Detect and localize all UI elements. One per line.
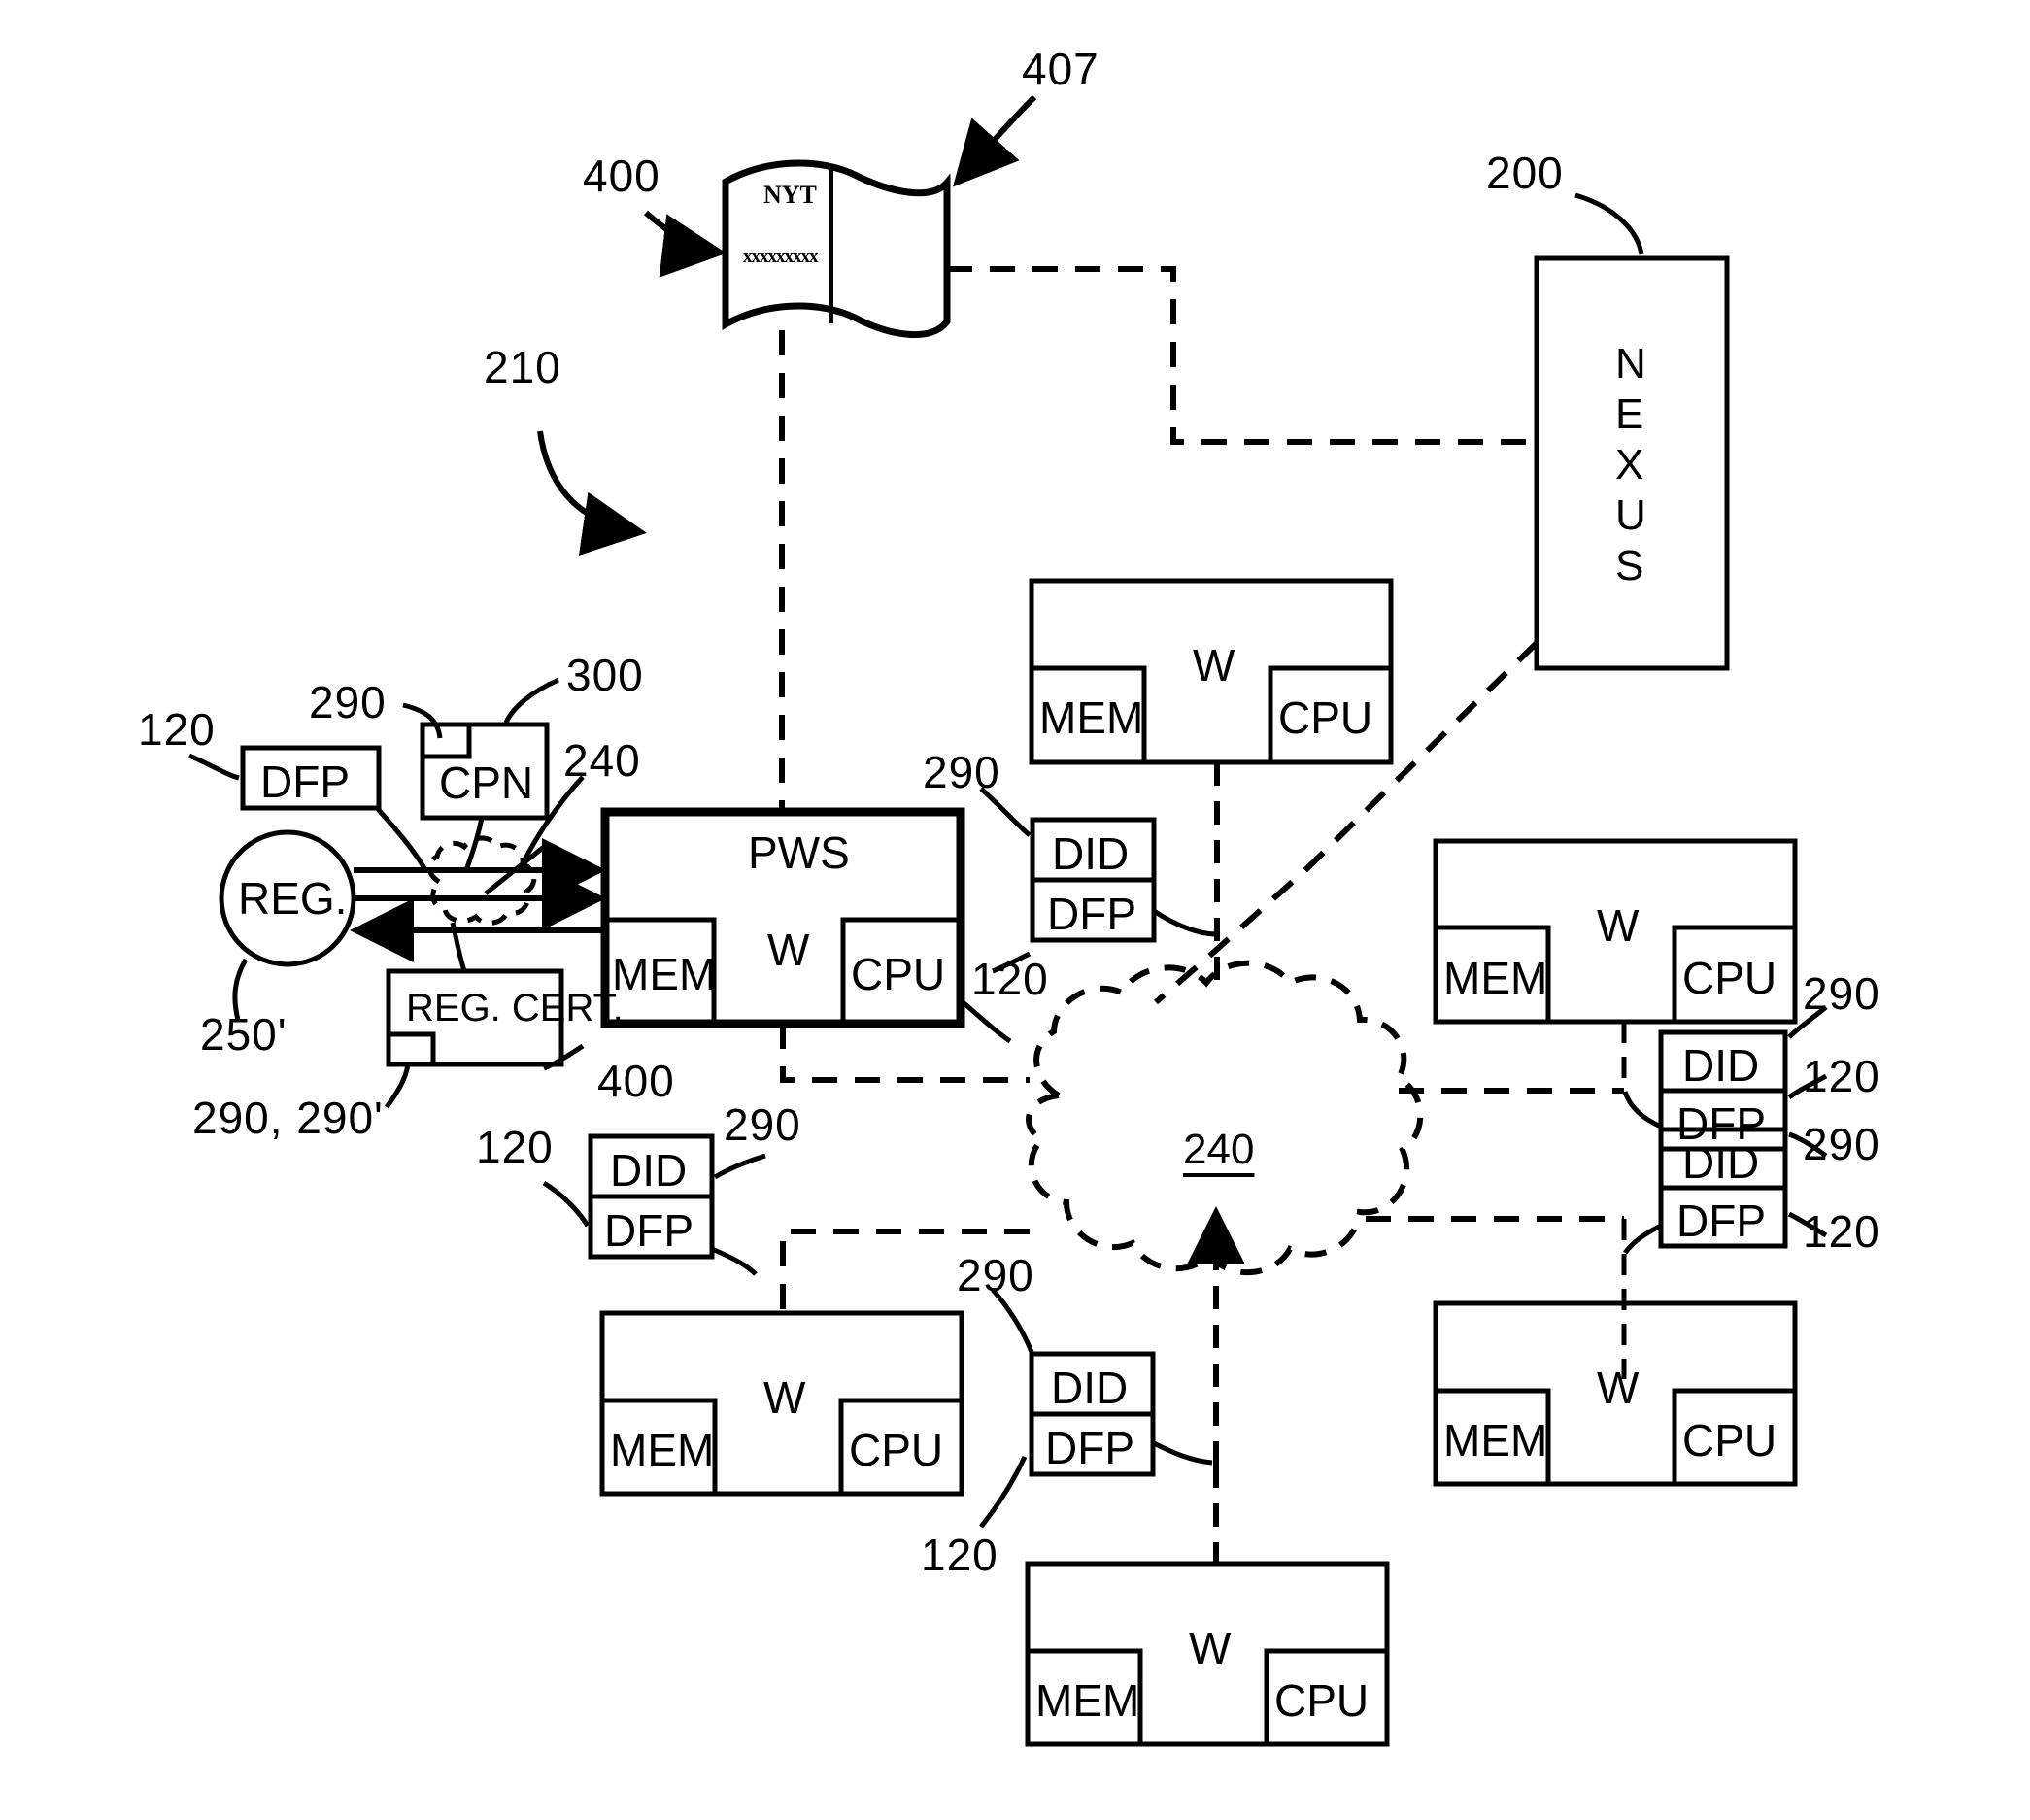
leader-bl-curve — [711, 1246, 758, 1276]
unit-bc-dfp-label: DFP — [1045, 1423, 1134, 1473]
cpn-label: CPN — [439, 758, 534, 808]
unit-top-dfp-label: DFP — [1047, 889, 1136, 939]
ref-400-top: 400 — [583, 151, 660, 201]
pws-title: PWS — [748, 827, 850, 878]
leader-120-bc — [979, 1455, 1028, 1529]
ref-300: 300 — [566, 650, 644, 700]
ws-bl-mem: MEM — [610, 1425, 715, 1475]
ref-400-pws: 400 — [597, 1056, 675, 1106]
ws-ru-cpu: CPU — [1682, 953, 1777, 1003]
unit-rl-dfp-label: DFP — [1676, 1196, 1766, 1246]
newspaper-body-text: xxxxxxxxx — [743, 247, 818, 267]
leader-210 — [537, 430, 647, 556]
link-newspaper-nexus — [947, 266, 1537, 445]
registry-label: REG. — [238, 873, 348, 924]
leader-rl-curve — [1623, 1223, 1663, 1255]
unit-top-did-label: DID — [1052, 828, 1130, 879]
ref-290-290p: 290, 290' — [192, 1093, 384, 1143]
ws-bc-w: W — [1189, 1623, 1232, 1673]
ref-210: 210 — [484, 342, 561, 392]
leader-300 — [503, 677, 560, 725]
ws-top-cpu: CPU — [1278, 692, 1373, 743]
ws-bc-mem: MEM — [1035, 1675, 1140, 1726]
ref-407: 407 — [1022, 44, 1100, 94]
ref-120-ru: 120 — [1803, 1051, 1880, 1101]
pws-w: W — [767, 925, 810, 975]
leader-120-bl — [542, 1180, 591, 1228]
unit-ru-did-label: DID — [1682, 1040, 1760, 1091]
leader-cpn-down — [463, 817, 485, 871]
leader-200 — [1574, 192, 1644, 255]
ref-290-ru: 290 — [1803, 968, 1880, 1019]
ref-120-topunit: 120 — [971, 954, 1049, 1004]
leader-120-left — [187, 753, 240, 781]
leader-ru-curve — [1622, 1091, 1663, 1129]
leader-407 — [953, 94, 1037, 187]
figure-canvas: 407 400 200 210 120 290 300 240 290 120 … — [0, 0, 2030, 1820]
ws-rl-cpu: CPU — [1682, 1415, 1777, 1466]
link-pws-to-cloud — [780, 1024, 1030, 1083]
leader-400-pws-b — [959, 998, 1012, 1044]
unit-bl-dfp-label: DFP — [604, 1205, 694, 1256]
nexus-letter-n: N — [1615, 340, 1646, 388]
ws-rl-mem: MEM — [1443, 1415, 1548, 1466]
leader-dfp-down — [375, 806, 428, 872]
unit-bc-did-label: DID — [1051, 1363, 1129, 1413]
ws-bl-cpu: CPU — [849, 1425, 944, 1475]
leader-400-top — [644, 210, 727, 278]
ref-290-rl: 290 — [1803, 1119, 1880, 1169]
nexus-letter-e: E — [1615, 390, 1644, 438]
ws-ru-w: W — [1597, 900, 1640, 951]
ws-ru-mem: MEM — [1443, 953, 1548, 1003]
ref-120-bc: 120 — [921, 1530, 998, 1580]
ws-rl-w: W — [1597, 1363, 1640, 1413]
reg-cert-label: REG. CERT. — [406, 987, 624, 1029]
ref-290-topunit: 290 — [923, 747, 1000, 797]
newspaper-masthead: NYT — [763, 181, 817, 209]
ref-250p: 250' — [200, 1009, 288, 1060]
pws-cpu: CPU — [851, 949, 946, 999]
nexus-letter-s: S — [1615, 542, 1644, 590]
ref-290-cpn: 290 — [309, 677, 387, 727]
reg-cert-tab — [386, 1031, 436, 1067]
cpn-tab — [420, 722, 472, 759]
leader-bc-curve — [1152, 1440, 1213, 1466]
nexus-letter-u: U — [1615, 491, 1646, 539]
ws-bl-w: W — [763, 1372, 806, 1423]
big-cloud-240 — [1026, 960, 1424, 1276]
leader-290-290p — [384, 1063, 411, 1109]
unit-bl-did-label: DID — [610, 1145, 688, 1196]
ref-120-left: 120 — [138, 704, 216, 755]
left-dfp-label: DFP — [260, 757, 350, 807]
unit-rl-did-label: DID — [1682, 1137, 1760, 1188]
ws-top-mem: MEM — [1039, 692, 1144, 743]
ref-120-bl: 120 — [476, 1122, 554, 1172]
ws-bc-cpu: CPU — [1274, 1675, 1370, 1726]
ref-290-bc: 290 — [957, 1250, 1034, 1300]
leader-290-bl — [713, 1153, 766, 1180]
leader-unit-top-link — [1152, 908, 1217, 937]
ref-290-bl: 290 — [724, 1099, 801, 1150]
ws-top-w: W — [1193, 640, 1235, 691]
cloud-240-label: 240 — [1183, 1126, 1255, 1173]
small-cloud — [426, 835, 537, 926]
ref-200: 200 — [1486, 148, 1564, 198]
ref-120-rl: 120 — [1803, 1206, 1880, 1257]
nexus-letter-x: X — [1615, 441, 1644, 489]
ref-240-left: 240 — [563, 735, 641, 786]
pws-mem: MEM — [612, 949, 717, 999]
